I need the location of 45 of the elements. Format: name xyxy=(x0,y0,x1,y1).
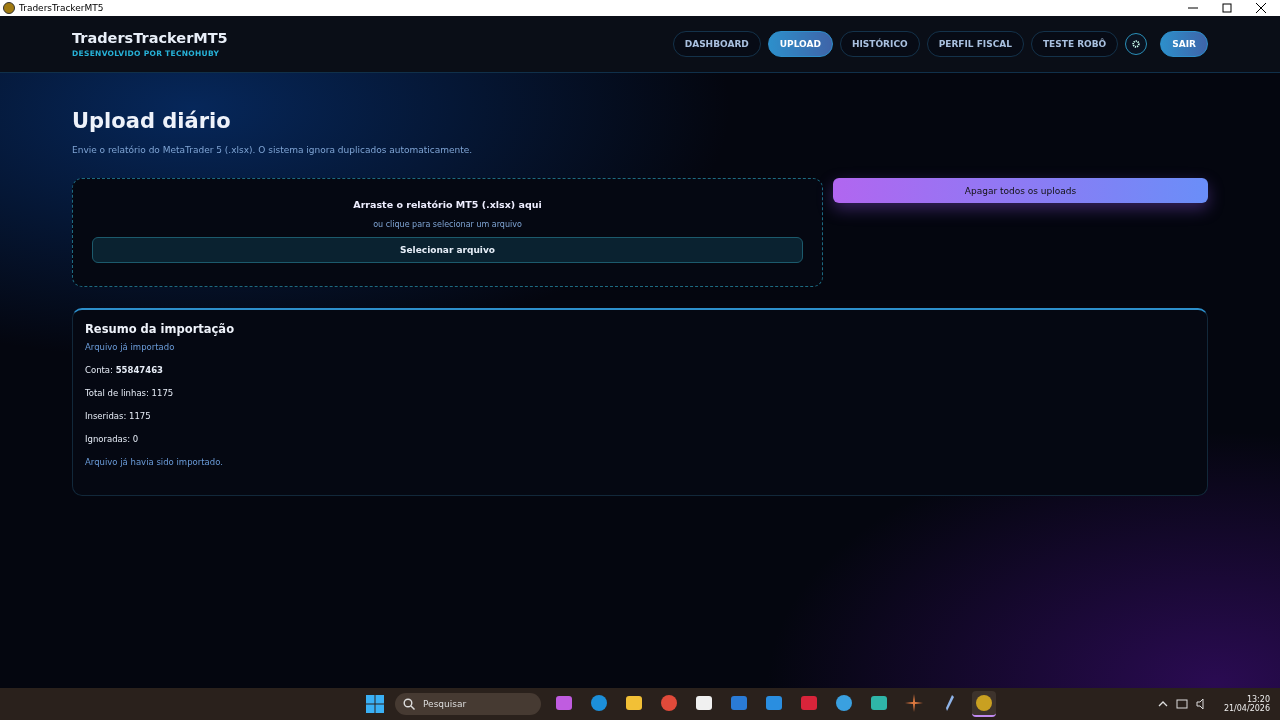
nav-tab[interactable]: UPLOAD xyxy=(767,31,833,57)
summary-title: Resumo da importação xyxy=(85,322,236,336)
app-icon xyxy=(555,694,573,712)
nav-tab[interactable]: HISTÓRICO xyxy=(839,31,920,57)
app-icon xyxy=(660,694,678,712)
windows-icon[interactable] xyxy=(366,695,384,713)
app-icon xyxy=(625,694,643,712)
brand-name: TradersTrackerMT5 xyxy=(72,30,228,46)
app-icon xyxy=(765,694,783,712)
select-file-button[interactable]: Selecionar arquivo xyxy=(92,237,803,263)
logout-button[interactable]: SAIR xyxy=(1160,31,1208,57)
settings-icon xyxy=(1132,40,1141,48)
window-title: TradersTrackerMT5 xyxy=(19,3,104,13)
app-icon xyxy=(730,694,748,712)
delete-all-button[interactable]: Apagar todos os uploads xyxy=(833,178,1208,203)
app-icon xyxy=(835,694,853,712)
search-field[interactable]: Pesquisar xyxy=(395,693,541,715)
maximize-icon[interactable] xyxy=(1222,3,1232,13)
close-icon[interactable] xyxy=(1256,3,1266,13)
nav-tab[interactable]: TESTE ROBÔ xyxy=(1031,31,1119,57)
drop-zone-hint: ou clique para selecionar um arquivo xyxy=(373,220,522,229)
nav-tab[interactable]: PERFIL FISCAL xyxy=(926,31,1024,57)
app-icon xyxy=(590,694,608,712)
summary-message: Arquivo já havia sido importado. xyxy=(85,457,224,467)
settings-button[interactable] xyxy=(1125,33,1148,55)
search-icon xyxy=(403,698,415,710)
page-title: Upload diário xyxy=(72,109,232,133)
summary-line: Ignoradas: 0 xyxy=(85,434,140,444)
summary-line: Inseridas: 1175 xyxy=(85,411,152,421)
app-icon xyxy=(870,694,888,712)
summary-status: Arquivo já importado xyxy=(85,342,176,352)
nav-tab[interactable]: DASHBOARD xyxy=(672,31,761,57)
app-icon xyxy=(975,694,993,712)
summary-line: Conta: 55847463 xyxy=(85,365,164,375)
page-subtitle: Envie o relatório do MetaTrader 5 (.xlsx). O sistema ignora duplicados automaticamente. xyxy=(72,145,474,155)
drop-zone[interactable]: Arraste o relatório MT5 (.xlsx) aqui ou clique para selecionar um arquivo Selecionar arquivo xyxy=(72,178,823,287)
app-icon xyxy=(695,694,713,712)
summary-line: Total de linhas: 1175 xyxy=(85,388,175,398)
clock-date: 21/04/2026 xyxy=(1223,704,1270,713)
drop-zone-title: Arraste o relatório MT5 (.xlsx) aqui xyxy=(353,199,542,210)
chevron-up-icon[interactable] xyxy=(1157,700,1168,708)
app-icon xyxy=(800,694,818,712)
app-icon xyxy=(3,2,15,14)
clock-time: 13:20 xyxy=(1246,695,1270,704)
network-icon[interactable] xyxy=(1175,698,1188,710)
